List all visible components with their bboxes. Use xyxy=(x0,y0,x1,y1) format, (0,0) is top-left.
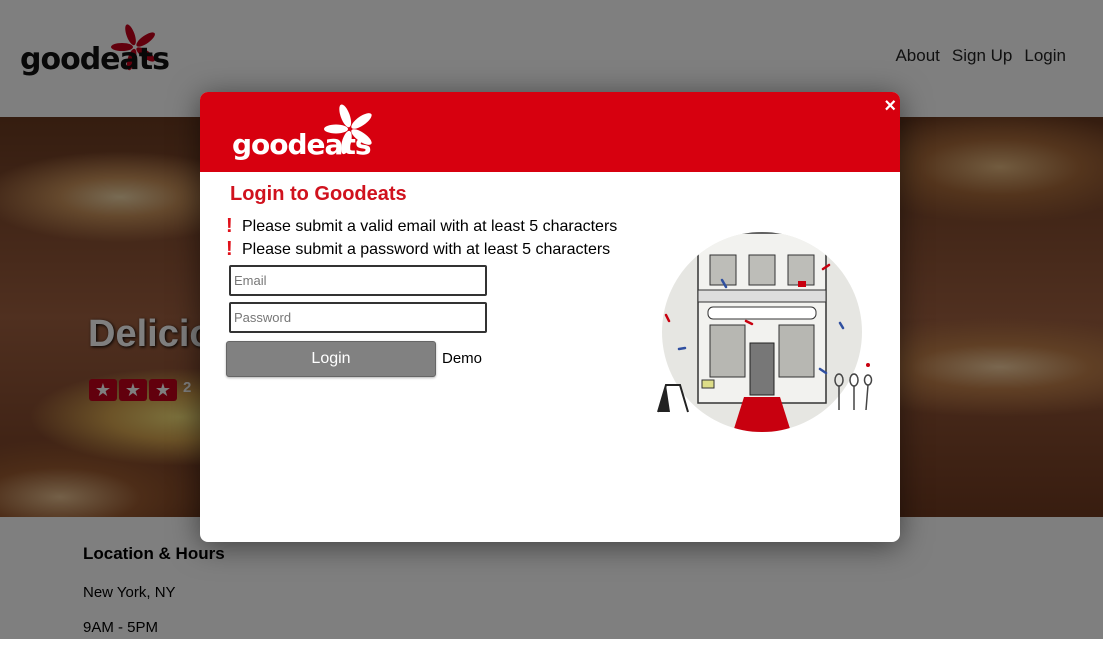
flower-logo-icon: goodeats xyxy=(232,104,372,161)
exclamation-icon: ! xyxy=(226,215,233,237)
exclamation-icon: ! xyxy=(226,238,233,260)
error-text: Please submit a password with at least 5… xyxy=(242,240,611,258)
login-modal: goodeats × Login to Goodeats ! Please su… xyxy=(200,92,900,542)
password-error: ! Please submit a password with at least… xyxy=(226,238,610,261)
email-error: ! Please submit a valid email with at le… xyxy=(226,215,617,238)
password-input[interactable] xyxy=(229,302,487,333)
email-input[interactable] xyxy=(229,265,487,296)
modal-title: Login to Goodeats xyxy=(230,183,407,205)
close-icon[interactable]: × xyxy=(884,95,896,118)
storefront-illustration xyxy=(657,232,873,432)
error-text: Please submit a valid email with at leas… xyxy=(242,217,618,235)
login-button[interactable]: Login xyxy=(226,341,436,377)
demo-button[interactable]: Demo xyxy=(442,350,482,367)
modal-logo: goodeats xyxy=(232,104,372,169)
modal-header: goodeats × xyxy=(200,92,900,172)
